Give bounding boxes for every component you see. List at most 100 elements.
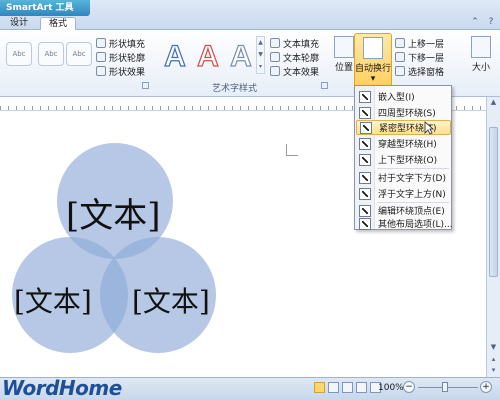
previous-page-icon[interactable]: ▴ (488, 355, 499, 365)
shape-style-commands: 形状填充 形状轮廓 形状效果 (96, 36, 145, 78)
wordart-style-red[interactable]: A (193, 39, 223, 74)
venn-label-left[interactable]: [文本] (14, 280, 92, 320)
bring-forward-icon (395, 38, 405, 48)
scroll-up-icon[interactable]: ▲ (488, 98, 499, 108)
zoom-slider-track[interactable] (418, 387, 478, 388)
shape-style-thumb[interactable]: Abc (66, 42, 92, 66)
pen-outline-icon (96, 52, 106, 62)
menu-item-label: 上下型环绕(O) (378, 156, 438, 166)
selection-pane-icon (395, 66, 405, 76)
menu-item-in-front-of-text[interactable]: 浮于文字上方(N) (356, 186, 451, 201)
zoom-in-icon[interactable]: + (480, 381, 492, 393)
view-buttons (314, 382, 381, 393)
wordart-style-gray[interactable]: A (226, 39, 256, 74)
venn-label-top[interactable]: [文本] (66, 188, 161, 237)
position-label: 位置 (334, 63, 353, 73)
menu-item-tight[interactable]: 紧密型环绕(T) (356, 120, 451, 135)
menu-item-label: 其他布局选项(L)... (378, 220, 453, 230)
shape-styles-launcher-icon[interactable] (142, 82, 149, 89)
auto-wrap-label: 自动换行 (355, 64, 392, 74)
shape-fill-button[interactable]: 形状填充 (96, 36, 145, 50)
bring-forward-button[interactable]: 上移一层 (395, 36, 444, 50)
venn-label-right[interactable]: [文本] (132, 280, 210, 320)
send-backward-icon (395, 52, 405, 62)
print-layout-icon[interactable] (314, 382, 325, 393)
menu-item-behind-text[interactable]: 衬于文字下方(D) (356, 170, 451, 185)
text-outline-button[interactable]: 文本轮廓 (270, 50, 319, 64)
wordart-launcher-icon[interactable] (321, 82, 328, 89)
inline-wrap-icon (359, 90, 371, 103)
text-fill-icon (270, 38, 280, 48)
outline-view-icon[interactable] (356, 382, 367, 393)
bring-forward-label: 上移一层 (408, 39, 445, 50)
text-fill-button[interactable]: 文本填充 (270, 36, 319, 50)
auto-wrap-menu: 嵌入型(I) 四周型环绕(S) 紧密型环绕(T) 穿越型环绕(H) 上下型环绕(… (354, 85, 453, 231)
shape-outline-button[interactable]: 形状轮廓 (96, 50, 145, 64)
menu-item-top-bottom[interactable]: 上下型环绕(O) (356, 152, 451, 167)
text-outline-icon (270, 52, 280, 62)
text-effects-button[interactable]: 文本效果 (270, 64, 319, 78)
text-boundary-mark (286, 144, 298, 156)
text-outline-label: 文本轮廓 (283, 53, 320, 64)
shape-fill-label: 形状填充 (109, 39, 146, 50)
zoom-slider-thumb[interactable] (442, 382, 448, 392)
next-page-icon[interactable]: ▾ (488, 366, 499, 376)
scroll-thumb[interactable] (489, 127, 498, 277)
menu-item-label: 四周型环绕(S) (378, 109, 436, 119)
selection-pane-label: 选择窗格 (408, 67, 445, 78)
vertical-scrollbar[interactable]: ▲ ▼ ▴ ▾ (486, 97, 500, 377)
shape-style-thumb[interactable]: Abc (6, 42, 32, 66)
send-backward-button[interactable]: 下移一层 (395, 50, 444, 64)
tight-wrap-icon (360, 121, 372, 134)
size-icon (471, 36, 491, 58)
menu-item-label: 衬于文字下方(D) (378, 174, 446, 184)
behind-text-icon (359, 171, 371, 184)
menu-item-label: 浮于文字上方(N) (378, 190, 446, 200)
wordhome-watermark: WordHome (2, 376, 122, 400)
title-strip: SmartArt 工具 设计 格式 ⌃ ? (0, 0, 500, 31)
arrange-commands: 上移一层 下移一层 选择窗格 (395, 36, 444, 78)
shape-effects-button[interactable]: 形状效果 (96, 64, 145, 78)
menu-item-label: 穿越型环绕(H) (378, 140, 437, 150)
ribbon-controls: ⌃ ? (470, 17, 496, 27)
menu-item-more-layout-options[interactable]: 其他布局选项(L)... (356, 216, 453, 231)
through-wrap-icon (359, 137, 371, 150)
selection-pane-button[interactable]: 选择窗格 (395, 64, 444, 78)
text-effects-icon (270, 66, 280, 76)
menu-item-inline[interactable]: 嵌入型(I) (356, 89, 451, 104)
menu-item-square[interactable]: 四周型环绕(S) (356, 105, 451, 120)
edit-wrap-points-icon (359, 204, 371, 217)
menu-item-label: 嵌入型(I) (378, 93, 415, 103)
text-effects-label: 文本效果 (283, 67, 320, 78)
smartart-tools-title: SmartArt 工具 (0, 0, 90, 16)
zoom-out-icon[interactable]: − (403, 381, 415, 393)
tab-format[interactable]: 格式 (40, 17, 77, 31)
text-wrap-icon (363, 37, 383, 59)
size-label: 大小 (471, 63, 490, 73)
scroll-down-icon[interactable]: ▼ (488, 343, 499, 353)
square-wrap-icon (359, 106, 371, 119)
position-icon (334, 36, 354, 58)
help-icon[interactable]: ? (486, 17, 496, 27)
position-button[interactable]: 位置 (332, 36, 356, 73)
send-backward-label: 下移一层 (408, 53, 445, 64)
web-layout-icon[interactable] (342, 382, 353, 393)
chevron-down-icon: ▾ (370, 74, 376, 84)
shape-outline-label: 形状轮廓 (109, 53, 146, 64)
minimize-ribbon-icon[interactable]: ⌃ (470, 17, 480, 27)
wordart-group-label: 艺术字样式 (212, 84, 258, 94)
size-button[interactable]: 大小 (466, 36, 496, 73)
paint-bucket-icon (96, 38, 106, 48)
top-bottom-wrap-icon (359, 153, 371, 166)
full-screen-reading-icon[interactable] (328, 382, 339, 393)
shape-style-thumb[interactable]: Abc (38, 42, 64, 66)
menu-item-through[interactable]: 穿越型环绕(H) (356, 136, 451, 151)
wordart-gallery-scroll[interactable]: ▲ ▼ ▾ (256, 36, 265, 74)
zoom-level[interactable]: 100% (378, 383, 404, 393)
effects-icon (96, 66, 106, 76)
shape-effects-label: 形状效果 (109, 67, 146, 78)
wordart-style-blue[interactable]: A (160, 39, 190, 74)
auto-wrap-button[interactable]: 自动换行 ▾ (354, 33, 392, 89)
tab-design[interactable]: 设计 (2, 17, 36, 31)
mouse-pointer-icon (424, 121, 434, 135)
